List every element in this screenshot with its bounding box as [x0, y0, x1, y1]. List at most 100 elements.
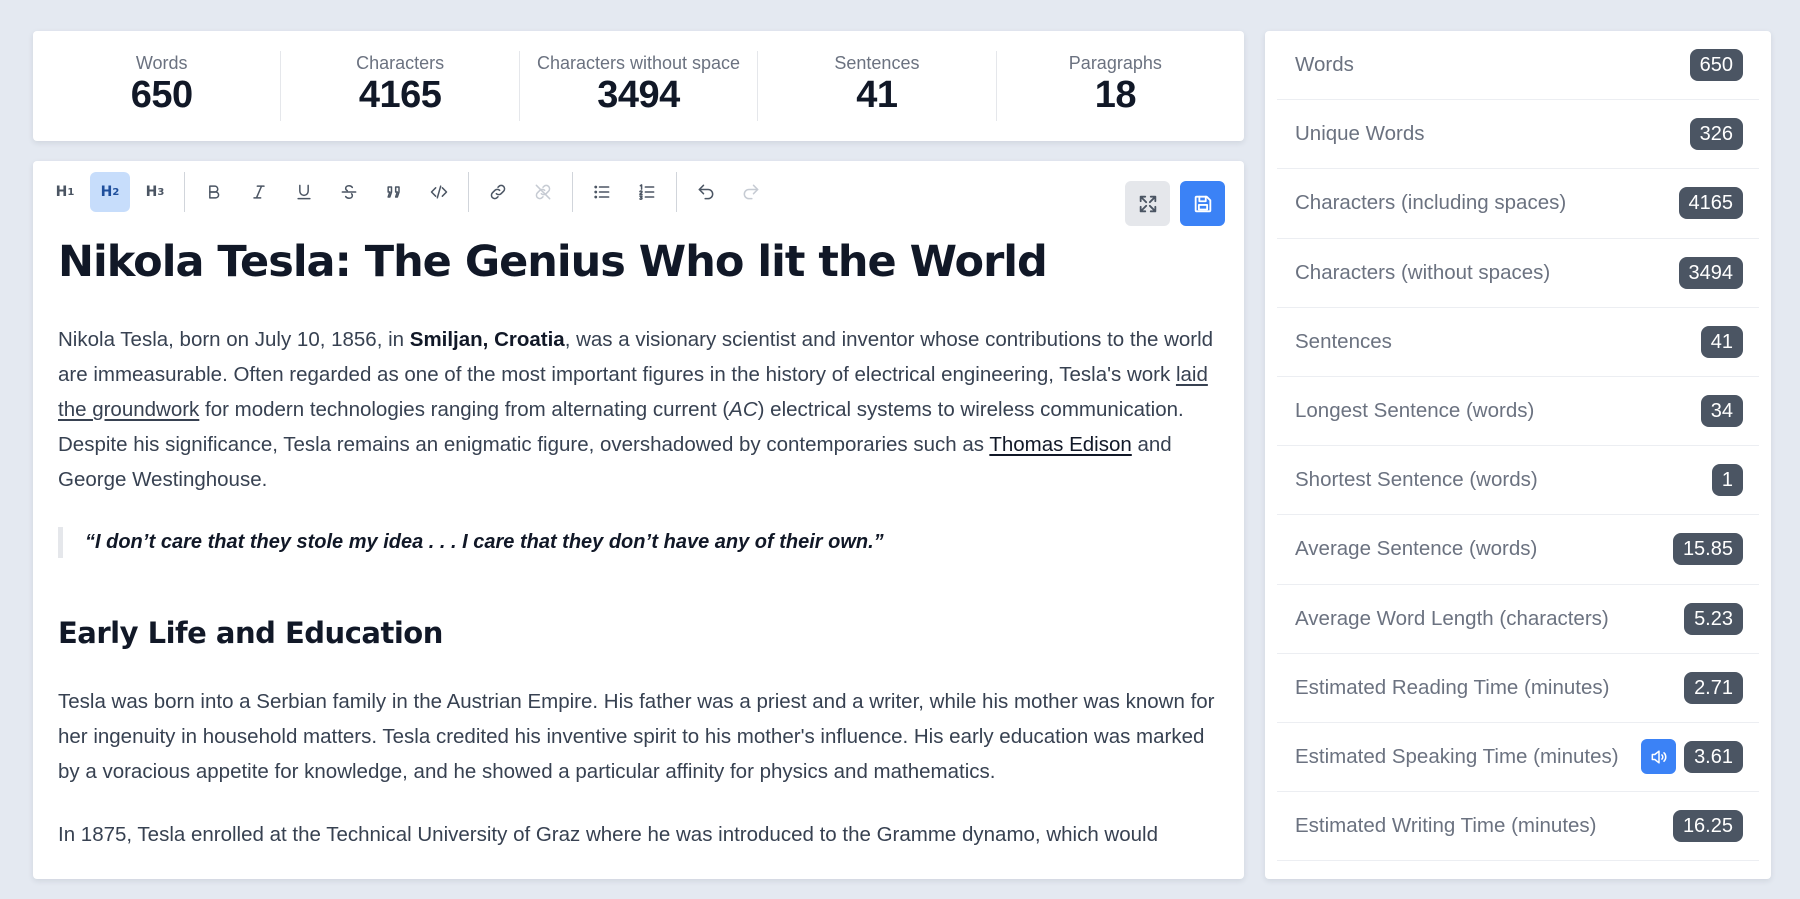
stat-row-label: Unique Words [1295, 122, 1425, 146]
underline-icon [297, 184, 311, 200]
stat-label: Paragraphs [1068, 53, 1162, 74]
stat-badge: 5.23 [1684, 602, 1743, 635]
editor-content[interactable]: Nikola Tesla: The Genius Who lit the Wor… [58, 237, 1218, 852]
italic-icon [253, 185, 265, 199]
stat-value: 650 [130, 74, 193, 117]
ordered-list-button[interactable] [627, 172, 667, 212]
heading-3-label: H [145, 184, 158, 200]
stat-row-label: Shortest Sentence (words) [1295, 468, 1538, 492]
bold-icon [209, 185, 220, 199]
save-button[interactable] [1180, 181, 1225, 226]
code-button[interactable] [419, 172, 459, 212]
stat-row-label: Estimated Reading Time (minutes) [1295, 675, 1610, 699]
stat-badge: 34 [1700, 395, 1743, 428]
blockquote-button[interactable] [374, 172, 414, 212]
section-heading: Early Life and Education [58, 616, 443, 651]
italic-button[interactable] [239, 172, 279, 212]
heading-2-button[interactable]: H2 [90, 172, 130, 212]
stat-row-label: Words [1295, 53, 1354, 77]
save-icon [1194, 195, 1211, 212]
code-icon [430, 185, 448, 199]
stat-badge: 15.85 [1672, 533, 1743, 566]
stat-row-sentences: Sentences 41 [1277, 308, 1759, 377]
stat-value: 4165 [358, 74, 442, 117]
stat-badge: 4165 [1678, 187, 1743, 220]
editor-toolbar: H1 H2 H3 [45, 169, 771, 215]
undo-button[interactable] [686, 172, 726, 212]
bold-button[interactable] [194, 172, 234, 212]
link-button[interactable] [478, 172, 518, 212]
stat-row-writing-time: Estimated Writing Time (minutes) 16.25 [1277, 792, 1759, 862]
fullscreen-button[interactable] [1125, 181, 1170, 226]
stat-row-average-sentence: Average Sentence (words) 15.85 [1277, 515, 1759, 585]
toolbar-divider [184, 172, 185, 212]
stat-row-label: Average Sentence (words) [1295, 537, 1538, 561]
heading-2-label: H [100, 184, 113, 200]
paragraph-intro: Nikola Tesla, born on July 10, 1856, in … [58, 322, 1218, 497]
strikethrough-button[interactable] [329, 172, 369, 212]
heading-1-sub: 1 [67, 186, 75, 198]
stat-row-label: Characters (including spaces) [1295, 191, 1567, 215]
toolbar-divider [676, 172, 677, 212]
bold-text: Smiljan, Croatia [409, 328, 565, 352]
stat-badge: 2.71 [1684, 671, 1743, 704]
bullet-list-button[interactable] [582, 172, 622, 212]
ordered-list-icon [639, 184, 655, 200]
text-run: Nikola Tesla, born on July 10, 1856, in [58, 328, 410, 352]
document-title: Nikola Tesla: The Genius Who lit the Wor… [58, 237, 1048, 287]
blockquote: “I don’t care that they stole my idea . … [58, 527, 1218, 559]
redo-button[interactable] [731, 172, 771, 212]
stat-words: Words 650 [43, 51, 282, 121]
stat-row-label: Estimated Speaking Time (minutes) [1295, 744, 1619, 768]
heading-1-button[interactable]: H1 [45, 172, 85, 212]
link-icon [490, 184, 506, 200]
heading-2-sub: 2 [112, 186, 120, 198]
stat-paragraphs: Paragraphs 18 [997, 51, 1234, 121]
stat-row-unique-words: Unique Words 326 [1277, 100, 1759, 170]
stat-row-label: Characters (without spaces) [1295, 260, 1551, 284]
stat-label: Characters without space [536, 53, 741, 74]
underline-button[interactable] [284, 172, 324, 212]
stat-value: 41 [856, 74, 898, 117]
undo-icon [698, 184, 714, 200]
stat-label: Sentences [834, 53, 920, 74]
stat-characters: Characters 4165 [281, 51, 520, 121]
stat-badge: 3494 [1678, 256, 1743, 289]
paragraph-early-life: Tesla was born into a Serbian family in … [58, 690, 1215, 784]
stat-label: Characters [356, 53, 445, 74]
stat-sentences: Sentences 41 [758, 51, 997, 121]
speaker-icon [1651, 750, 1666, 764]
redo-icon [743, 184, 759, 200]
stat-badge: 41 [1700, 325, 1743, 358]
unlink-button[interactable] [523, 172, 563, 212]
stat-row-words: Words 650 [1277, 31, 1759, 101]
toolbar-divider [468, 172, 469, 212]
text-run: for modern technologies ranging from alt… [199, 398, 730, 422]
detailed-stats-panel: Words 650 Unique Words 326 Characters (i… [1265, 31, 1771, 879]
stat-badge: 1 [1711, 464, 1743, 497]
stat-badge: 326 [1689, 118, 1743, 151]
stat-row-longest-sentence: Longest Sentence (words) 34 [1277, 377, 1759, 447]
stat-row-shortest-sentence: Shortest Sentence (words) 1 [1277, 446, 1759, 516]
stat-label: Words [135, 53, 188, 74]
stat-row-speaking-time: Estimated Speaking Time (minutes) 3.61 [1277, 723, 1759, 793]
stat-badge: 3.61 [1684, 740, 1743, 773]
unlink-icon [535, 184, 551, 200]
heading-1-label: H [55, 184, 68, 200]
stat-characters-without-space: Characters without space 3494 [520, 51, 759, 121]
toolbar-divider [572, 172, 573, 212]
stat-value: 18 [1094, 74, 1137, 117]
speak-button[interactable] [1641, 739, 1677, 775]
stat-row-average-word-length: Average Word Length (characters) 5.23 [1277, 585, 1759, 654]
editor-panel: H1 H2 H3 Nikola Tesla: The Genius Who li… [33, 161, 1244, 879]
stat-row-label: Average Word Length (characters) [1295, 606, 1609, 630]
stat-badge: 650 [1689, 49, 1743, 82]
blockquote-icon [387, 186, 400, 198]
heading-3-sub: 3 [157, 186, 165, 198]
bullet-list-icon [594, 185, 610, 199]
heading-3-button[interactable]: H3 [135, 172, 175, 212]
italic-text: AC [729, 398, 758, 422]
paragraph-graz: In 1875, Tesla enrolled at the Technical… [58, 823, 1158, 847]
thomas-edison-link[interactable]: Thomas Edison [989, 433, 1131, 456]
stat-value: 3494 [597, 74, 680, 117]
